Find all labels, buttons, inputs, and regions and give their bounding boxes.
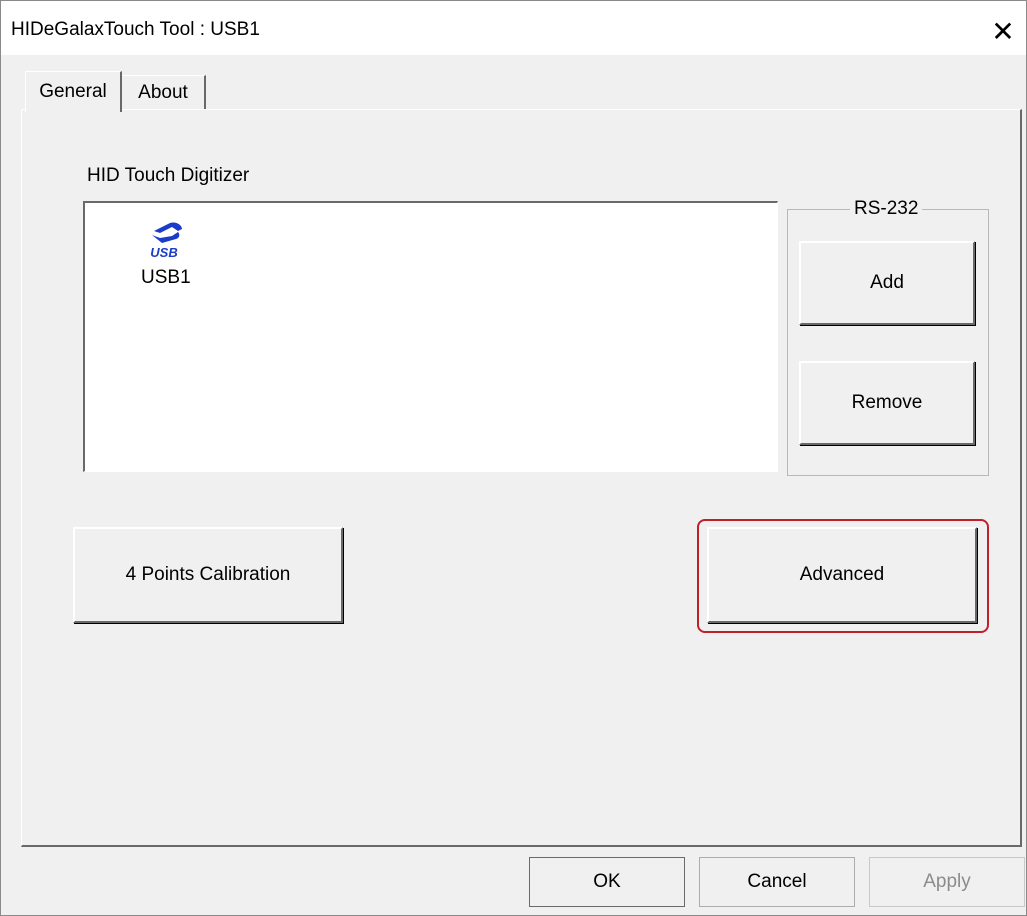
apply-button[interactable]: Apply [869, 857, 1025, 907]
add-button[interactable]: Add [799, 241, 975, 325]
device-item-usb1[interactable]: USB USB1 [129, 217, 199, 289]
ok-button[interactable]: OK [529, 857, 685, 907]
calibration-button[interactable]: 4 Points Calibration [73, 527, 343, 623]
cancel-button-label: Cancel [747, 871, 807, 892]
usb-icon-text: USB [150, 245, 177, 260]
tab-general-label: General [39, 81, 107, 102]
tab-about-label: About [138, 82, 188, 103]
device-label: USB1 [141, 267, 191, 288]
rs232-title: RS-232 [850, 198, 923, 220]
dialog-window: HIDeGalaxTouch Tool : USB1 ✕ General Abo… [0, 0, 1027, 916]
close-icon[interactable]: ✕ [980, 11, 1026, 51]
add-button-label: Add [870, 272, 904, 293]
title-bar: HIDeGalaxTouch Tool : USB1 ✕ [1, 1, 1026, 55]
tab-general[interactable]: General [25, 71, 122, 112]
calibration-button-label: 4 Points Calibration [125, 564, 291, 585]
advanced-button-label: Advanced [799, 564, 885, 585]
advanced-button[interactable]: Advanced [707, 527, 977, 623]
tab-about[interactable]: About [121, 75, 206, 110]
ok-button-label: OK [593, 871, 621, 892]
usb-icon: USB [150, 222, 182, 260]
remove-button-label: Remove [851, 392, 923, 413]
window-title: HIDeGalaxTouch Tool : USB1 [11, 19, 260, 40]
section-label: HID Touch Digitizer [87, 165, 250, 186]
device-listbox[interactable]: USB USB1 [83, 201, 778, 472]
remove-button[interactable]: Remove [799, 361, 975, 445]
apply-button-label: Apply [923, 871, 971, 892]
cancel-button[interactable]: Cancel [699, 857, 855, 907]
